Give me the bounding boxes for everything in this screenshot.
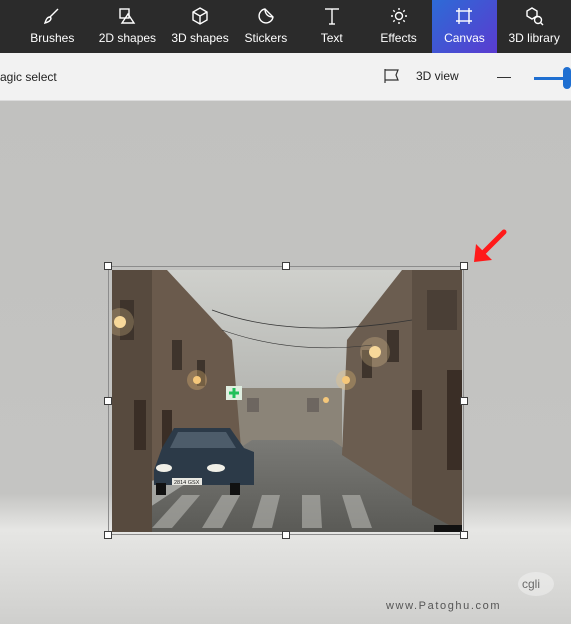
resize-handle-top-left[interactable] bbox=[104, 262, 112, 270]
text-tool[interactable]: Text bbox=[298, 0, 366, 53]
zoom-out-icon[interactable] bbox=[497, 77, 511, 78]
canvas-label: Canvas bbox=[444, 31, 485, 45]
flag-icon bbox=[384, 69, 399, 83]
red-arrow-icon bbox=[474, 229, 507, 262]
brushes-tool[interactable]: Brushes bbox=[16, 0, 89, 53]
brushes-label: Brushes bbox=[30, 31, 75, 45]
rainy-street-photo: 2814 GSX bbox=[112, 270, 462, 532]
effects-tool[interactable]: Effects bbox=[366, 0, 432, 53]
stickers-tool[interactable]: Stickers bbox=[234, 0, 298, 53]
3d-shapes-tool[interactable]: 3D shapes bbox=[166, 0, 234, 53]
3d-shapes-icon bbox=[192, 7, 208, 25]
2d-shapes-icon bbox=[119, 8, 136, 24]
watermark-logo-text: cgli bbox=[522, 577, 540, 591]
canvas-tool[interactable]: Canvas bbox=[431, 0, 498, 53]
resize-handle-bottom[interactable] bbox=[282, 531, 290, 539]
zoom-slider-thumb[interactable] bbox=[563, 67, 571, 89]
brush-icon bbox=[44, 8, 59, 25]
effects-icon bbox=[390, 8, 407, 24]
license-plate: 2814 GSX bbox=[174, 480, 200, 486]
magic-select-button[interactable]: agic select bbox=[0, 70, 57, 84]
text-icon bbox=[324, 8, 339, 25]
canvas-icon bbox=[456, 8, 473, 24]
sticker-icon bbox=[258, 8, 274, 24]
3d-view-button[interactable]: 3D view bbox=[383, 67, 459, 85]
resize-handle-left[interactable] bbox=[104, 397, 112, 405]
resize-handle-top[interactable] bbox=[282, 262, 290, 270]
effects-label: Effects bbox=[380, 31, 417, 45]
resize-handle-right[interactable] bbox=[460, 397, 468, 405]
resize-handle-bottom-left[interactable] bbox=[104, 531, 112, 539]
3d-view-label: 3D view bbox=[416, 69, 459, 83]
3d-library-icon bbox=[526, 7, 544, 26]
2d-shapes-tool[interactable]: 2D shapes bbox=[89, 0, 166, 53]
resize-handle-top-right[interactable] bbox=[460, 262, 468, 270]
3d-shapes-label: 3D shapes bbox=[171, 31, 229, 45]
3d-library-tool[interactable]: 3D library bbox=[497, 0, 571, 53]
canvas-options-bar: agic select 3D view bbox=[0, 53, 571, 101]
watermark-text: www.Patoghu.com bbox=[386, 600, 502, 612]
top-toolbar: Brushes 2D shapes 3D shapes Stickers Tex… bbox=[0, 0, 571, 53]
watermark-logo: cgli bbox=[518, 572, 554, 596]
text-label: Text bbox=[320, 31, 343, 45]
2d-shapes-label: 2D shapes bbox=[98, 31, 157, 45]
stickers-label: Stickers bbox=[244, 31, 288, 45]
canvas-image[interactable]: 2814 GSX bbox=[112, 270, 462, 532]
resize-handle-bottom-right[interactable] bbox=[460, 531, 468, 539]
3d-library-label: 3D library bbox=[508, 31, 560, 45]
